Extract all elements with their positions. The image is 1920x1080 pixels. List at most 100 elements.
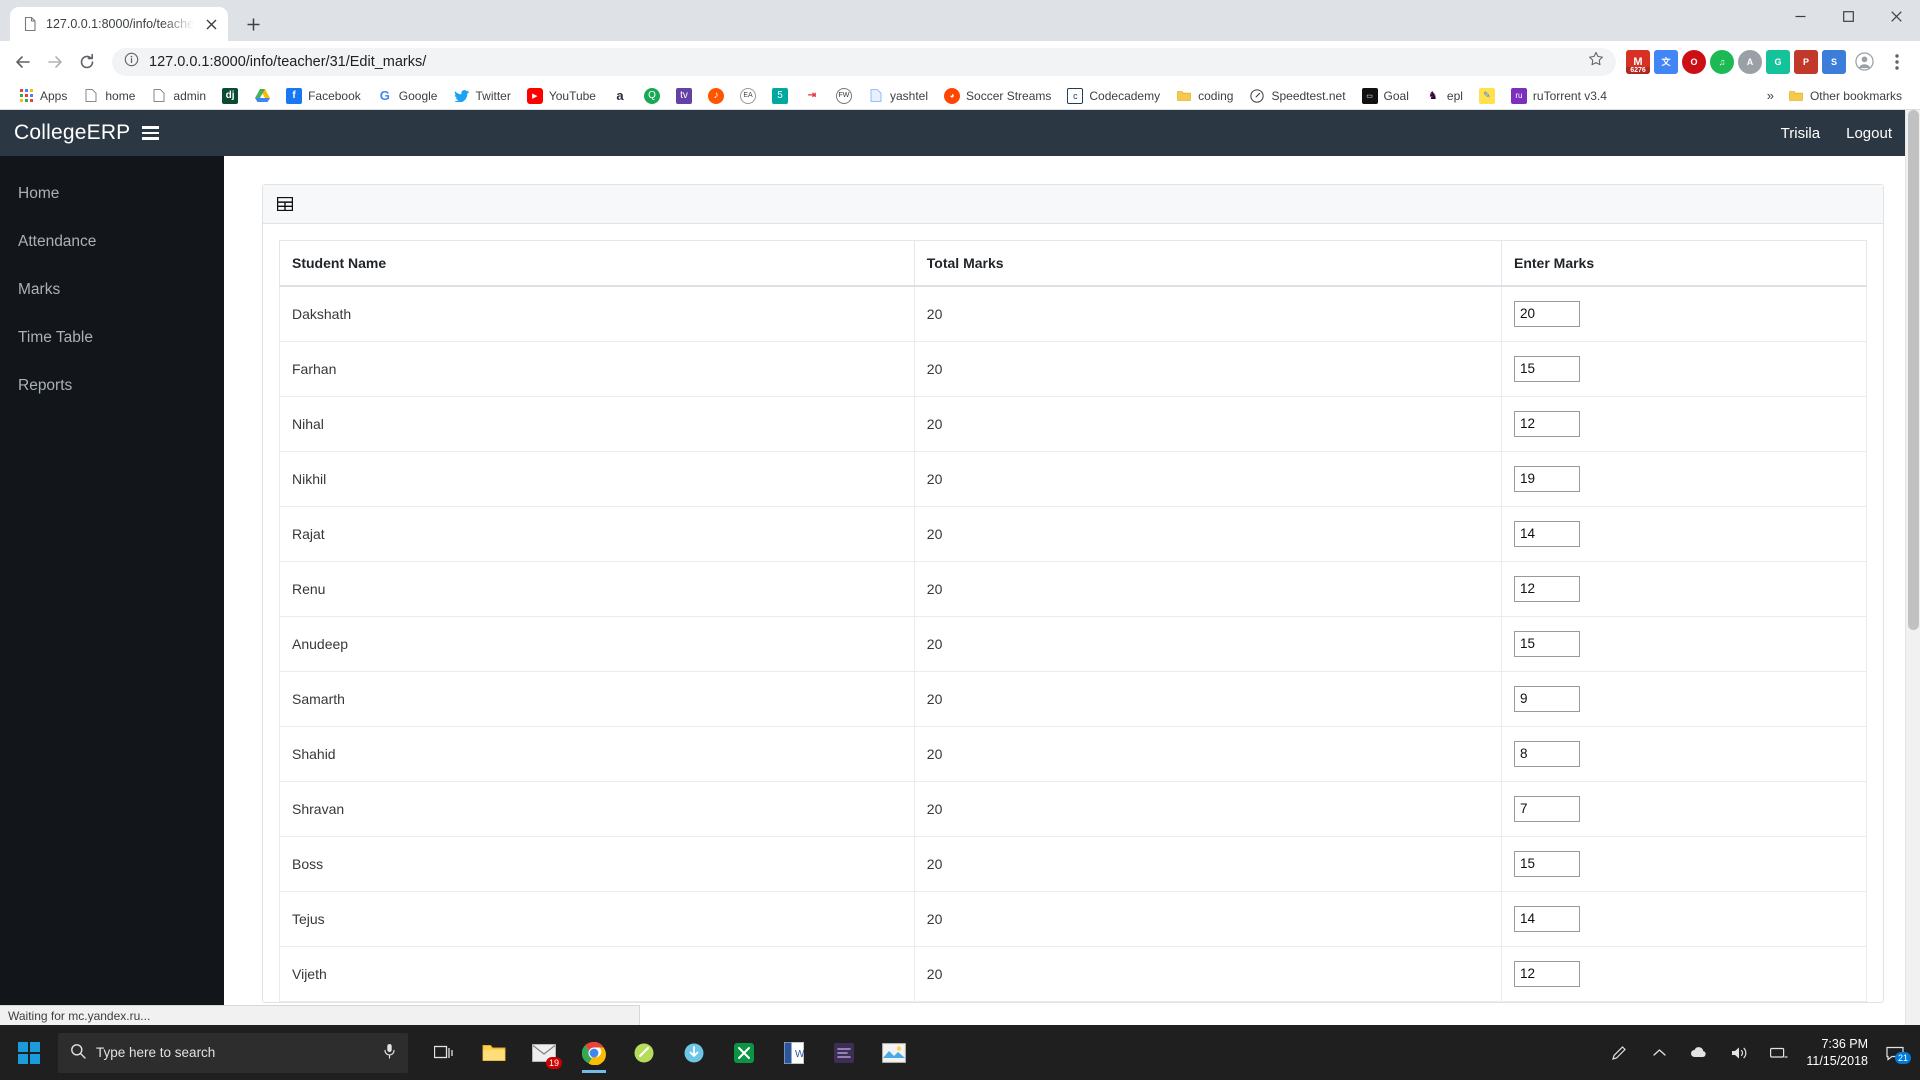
marks-input[interactable] <box>1513 960 1580 987</box>
speaker-icon[interactable] <box>1726 1043 1752 1063</box>
translate-extension-icon[interactable]: 文 <box>1654 49 1678 74</box>
notification-center-icon[interactable]: 21 <box>1882 1043 1911 1064</box>
marks-input[interactable] <box>1513 410 1580 437</box>
bookmark-coding-folder[interactable]: coding <box>1168 85 1241 107</box>
pen-icon[interactable] <box>1606 1043 1632 1063</box>
info-circle-icon[interactable] <box>124 52 139 72</box>
marks-input[interactable] <box>1513 850 1580 877</box>
bookmark-hotstar[interactable]: ⇥ <box>796 85 828 107</box>
taskbar-clock[interactable]: 7:36 PM 11/15/2018 <box>1806 1036 1868 1070</box>
start-button[interactable] <box>0 1025 58 1080</box>
sidebar-item-reports[interactable]: Reports <box>0 362 224 410</box>
marks-input[interactable] <box>1513 740 1580 767</box>
close-icon[interactable] <box>202 15 220 33</box>
navbar-user[interactable]: Trisila <box>1781 125 1820 142</box>
marks-input[interactable] <box>1513 575 1580 602</box>
reload-button[interactable] <box>72 47 102 77</box>
table-grid-icon[interactable] <box>277 197 1869 211</box>
hamburger-icon[interactable] <box>142 126 160 140</box>
bookmark-rutorrent[interactable]: ru ruTorrent v3.4 <box>1503 85 1615 107</box>
microphone-icon[interactable] <box>383 1043 396 1062</box>
bookmarks-overflow-button[interactable]: » <box>1761 88 1780 103</box>
bookmark-ea[interactable]: EA <box>732 85 764 107</box>
task-view-icon[interactable] <box>422 1030 466 1075</box>
sidebar-item-attendance[interactable]: Attendance <box>0 218 224 266</box>
marks-input[interactable] <box>1513 685 1580 712</box>
bookmark-goal[interactable]: ▭ Goal <box>1354 85 1417 107</box>
back-button[interactable] <box>8 47 38 77</box>
word-icon[interactable]: W <box>772 1030 816 1075</box>
photos-icon[interactable] <box>872 1030 916 1075</box>
browser-tab[interactable]: 127.0.0.1:8000/info/teacher/31/E <box>10 7 228 41</box>
editor-icon[interactable] <box>822 1030 866 1075</box>
bookmark-soccer-streams[interactable]: ◕ Soccer Streams <box>936 85 1059 107</box>
adblock-extension-icon[interactable]: A <box>1738 49 1762 74</box>
marks-input[interactable] <box>1513 355 1580 382</box>
bookmark-amazon[interactable]: a <box>604 85 636 107</box>
folder-icon <box>1788 88 1804 104</box>
logout-link[interactable]: Logout <box>1846 125 1892 142</box>
bookmark-notes[interactable]: ✎ <box>1471 85 1503 107</box>
bookmark-fw[interactable]: FW <box>828 85 860 107</box>
file-explorer-icon[interactable] <box>472 1030 516 1075</box>
bookmark-youtube[interactable]: ▶ YouTube <box>519 85 604 107</box>
bookmark-facebook[interactable]: f Facebook <box>278 85 369 107</box>
bookmark-django[interactable]: dj <box>214 85 246 107</box>
grammarly-extension-icon[interactable]: G <box>1766 49 1790 74</box>
marks-input[interactable] <box>1513 465 1580 492</box>
opera-extension-icon[interactable]: O <box>1682 49 1706 74</box>
chevron-up-icon[interactable] <box>1646 1043 1672 1063</box>
sidebar-item-home[interactable]: Home <box>0 170 224 218</box>
bookmark-star-icon[interactable] <box>1588 51 1604 72</box>
bookmark-epl[interactable]: ♞ epl <box>1417 85 1471 107</box>
bookmark-speedtest[interactable]: Speedtest.net <box>1241 85 1353 107</box>
address-bar[interactable]: 127.0.0.1:8000/info/teacher/31/Edit_mark… <box>112 47 1616 76</box>
xampp-icon[interactable] <box>722 1030 766 1075</box>
bookmark-drive[interactable] <box>246 85 278 107</box>
chrome-icon[interactable] <box>572 1030 616 1075</box>
marks-input[interactable] <box>1513 795 1580 822</box>
screenshot-extension-icon[interactable]: S <box>1822 49 1846 74</box>
new-tab-button[interactable] <box>236 7 270 41</box>
page-scrollbar[interactable] <box>1905 110 1920 1025</box>
spotify-extension-icon[interactable]: ♫ <box>1710 49 1734 74</box>
bookmark-quora[interactable]: Q <box>636 85 668 107</box>
windows-taskbar: Type here to search 19 W 7:36 PM 11/15/2… <box>0 1025 1920 1080</box>
gmail-extension-icon[interactable]: M 6276 <box>1626 49 1650 74</box>
bookmark-five[interactable]: 5 <box>764 85 796 107</box>
bookmark-home[interactable]: home <box>75 85 143 107</box>
sidebar-item-time-table[interactable]: Time Table <box>0 314 224 362</box>
bookmark-yashtel[interactable]: yashtel <box>860 85 936 107</box>
bookmark-soundcloud[interactable]: ♪ <box>700 85 732 107</box>
profile-avatar-icon[interactable] <box>1850 48 1878 76</box>
soundcloud-icon: ♪ <box>707 87 724 104</box>
bookmark-twitch[interactable]: tv <box>668 85 700 107</box>
minimize-button[interactable] <box>1776 0 1824 33</box>
cloud-icon[interactable] <box>1686 1043 1712 1063</box>
mail-icon[interactable]: 19 <box>522 1030 566 1075</box>
marks-input[interactable] <box>1513 520 1580 547</box>
taskbar-search-box[interactable]: Type here to search <box>58 1032 408 1073</box>
maximize-button[interactable] <box>1824 0 1872 33</box>
bookmark-apps[interactable]: Apps <box>10 85 75 107</box>
network-icon[interactable] <box>1766 1043 1792 1063</box>
pdf-extension-icon[interactable]: P <box>1794 49 1818 74</box>
bookmark-admin[interactable]: admin <box>143 85 214 107</box>
bookmark-twitter[interactable]: Twitter <box>445 85 518 107</box>
bookmark-codecademy[interactable]: c Codecademy <box>1059 85 1168 107</box>
bookmark-other-bookmarks[interactable]: Other bookmarks <box>1780 85 1910 107</box>
close-window-button[interactable] <box>1872 0 1920 33</box>
scrollbar-thumb[interactable] <box>1908 110 1919 630</box>
table-row: Nihal 20 <box>279 395 1868 452</box>
chrome-menu-button[interactable] <box>1882 47 1912 77</box>
forward-button[interactable] <box>40 47 70 77</box>
marks-input[interactable] <box>1513 905 1580 932</box>
marks-input[interactable] <box>1513 630 1580 657</box>
sidebar-item-marks[interactable]: Marks <box>0 266 224 314</box>
app-brand[interactable]: CollegeERP <box>14 121 130 145</box>
student-name-cell: Rajat <box>279 505 915 562</box>
utorrent-icon[interactable] <box>672 1030 716 1075</box>
bookmark-google[interactable]: G Google <box>369 85 446 107</box>
marks-input[interactable] <box>1513 300 1580 327</box>
ccleaner-icon[interactable] <box>622 1030 666 1075</box>
